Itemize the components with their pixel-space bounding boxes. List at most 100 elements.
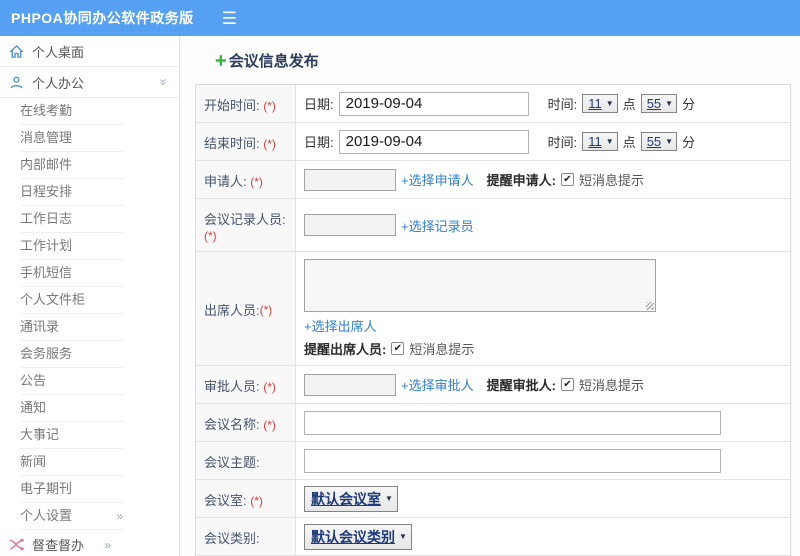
start-hour-select[interactable]: 11 ▼ xyxy=(582,94,618,113)
choose-applicant-link[interactable]: +选择申请人 xyxy=(401,170,474,189)
chevron-down-icon: » xyxy=(156,78,171,86)
choose-attendees-link[interactable]: +选择出席人 xyxy=(304,316,377,335)
hamburger-menu-icon[interactable]: ☰ xyxy=(222,10,237,27)
sidebar-item-personal-settings[interactable]: 个人设置 » xyxy=(20,503,123,530)
required-mark: (*) xyxy=(263,418,276,432)
field-label: 会议室: (*) xyxy=(196,480,296,517)
sms-hint-label: 短消息提示 xyxy=(409,342,475,357)
required-mark: (*) xyxy=(263,99,276,113)
sidebar-item-schedule[interactable]: 日程安排 xyxy=(20,179,123,206)
sms-hint-label: 短消息提示 xyxy=(578,378,644,393)
approver-input[interactable] xyxy=(304,373,396,396)
minute-unit: 分 xyxy=(682,97,696,112)
form-row-meeting-subject: 会议主题: xyxy=(196,442,790,480)
sidebar-item-mobile-sms[interactable]: 手机短信 xyxy=(20,260,123,287)
field-label: 会议记录人员: (*) xyxy=(196,199,296,251)
sidebar-item-personal-office[interactable]: 个人办公 » xyxy=(0,67,179,98)
field-label: 申请人: (*) xyxy=(196,161,296,198)
remind-attendees-checkbox[interactable]: ✔ xyxy=(391,342,405,355)
field-label: 会议类别: xyxy=(196,518,296,555)
field-label: 出席人员: (*) xyxy=(196,252,296,365)
sidebar-item-notices[interactable]: 通知 xyxy=(20,395,123,422)
time-caption: 时间: xyxy=(547,135,578,150)
chevron-right-icon: » xyxy=(104,537,111,552)
meeting-name-input[interactable] xyxy=(304,410,721,435)
dropdown-arrow-icon: ▼ xyxy=(605,137,614,146)
meeting-subject-input[interactable] xyxy=(304,448,721,473)
sidebar-item-label: 个人办公 xyxy=(32,75,85,91)
field-label: 开始时间: (*) xyxy=(196,85,296,122)
sidebar-item-announcements[interactable]: 公告 xyxy=(20,368,123,395)
form-row-recorder: 会议记录人员: (*) +选择记录员 xyxy=(196,199,790,252)
form-row-attendees: 出席人员: (*) +选择出席人 提醒出席人员: ✔ 短消息提示 xyxy=(196,252,790,366)
sidebar-item-contacts[interactable]: 通讯录 xyxy=(20,314,123,341)
sidebar-item-desktop[interactable]: 个人桌面 xyxy=(0,36,179,67)
sidebar-item-internal-mail[interactable]: 内部邮件 xyxy=(20,152,123,179)
add-icon: + xyxy=(215,49,227,72)
dropdown-arrow-icon: ▼ xyxy=(399,532,407,541)
sidebar-item-online-attendance[interactable]: 在线考勤 xyxy=(20,98,123,125)
choose-approver-link[interactable]: +选择审批人 xyxy=(401,375,474,394)
dropdown-arrow-icon: ▼ xyxy=(385,494,393,503)
meeting-category-select[interactable]: 默认会议类别 ▼ xyxy=(304,523,412,550)
form-row-end-time: 结束时间: (*) 日期: 时间: 11 ▼ 点 55 ▼ xyxy=(196,123,790,161)
page-title-text: 会议信息发布 xyxy=(228,53,319,70)
required-mark: (*) xyxy=(250,494,263,508)
app-title: PHPOA协同办公软件政务版 xyxy=(11,10,194,26)
end-minute-select[interactable]: 55 ▼ xyxy=(640,132,678,151)
required-mark: (*) xyxy=(263,137,276,151)
main-content: + 会议信息发布 开始时间: (*) 日期: 时间: 11 ▼ 点 xyxy=(180,36,800,556)
app-header: PHPOA协同办公软件政务版 ☰ xyxy=(0,0,800,36)
user-icon xyxy=(10,76,23,88)
hour-unit: 点 xyxy=(622,97,636,112)
required-mark: (*) xyxy=(204,229,217,243)
sidebar-item-label: 督查督办 xyxy=(32,538,85,553)
required-mark: (*) xyxy=(250,175,263,189)
sidebar-item-file-cabinet[interactable]: 个人文件柜 xyxy=(20,287,123,314)
sidebar-item-label: 个人设置 xyxy=(20,508,73,523)
sidebar-item-meeting-services[interactable]: 会务服务 xyxy=(20,341,123,368)
sidebar-item-message-management[interactable]: 消息管理 xyxy=(20,125,123,152)
choose-recorder-link[interactable]: +选择记录员 xyxy=(401,216,474,235)
meeting-room-select[interactable]: 默认会议室 ▼ xyxy=(304,485,398,512)
required-mark: (*) xyxy=(259,302,273,317)
sidebar-submenu: 在线考勤 消息管理 内部邮件 日程安排 工作日志 工作计划 手机短信 个人文件柜… xyxy=(0,98,179,530)
sidebar-item-news[interactable]: 新闻 xyxy=(20,449,123,476)
dropdown-arrow-icon: ▼ xyxy=(665,137,674,146)
chevron-right-icon: » xyxy=(116,509,123,523)
home-icon xyxy=(9,44,24,58)
start-date-input[interactable] xyxy=(338,91,529,116)
remind-attendees-label: 提醒出席人员: xyxy=(304,342,387,357)
applicant-input[interactable] xyxy=(304,168,396,191)
field-label: 审批人员: (*) xyxy=(196,366,296,403)
hour-unit: 点 xyxy=(622,135,636,150)
remind-applicant-checkbox[interactable]: ✔ xyxy=(560,173,574,186)
sms-hint-label: 短消息提示 xyxy=(578,173,644,188)
field-label: 结束时间: (*) xyxy=(196,123,296,160)
form-row-meeting-name: 会议名称: (*) xyxy=(196,404,790,442)
date-caption: 日期: xyxy=(304,135,334,150)
page-title: + 会议信息发布 xyxy=(215,50,800,71)
end-date-input[interactable] xyxy=(338,129,529,154)
form-row-start-time: 开始时间: (*) 日期: 时间: 11 ▼ 点 55 ▼ xyxy=(196,85,790,123)
time-caption: 时间: xyxy=(547,97,578,112)
sidebar-item-label: 个人桌面 xyxy=(32,44,85,60)
end-hour-select[interactable]: 11 ▼ xyxy=(582,132,618,151)
recorder-input[interactable] xyxy=(304,214,396,236)
remind-approver-label: 提醒审批人: xyxy=(486,378,556,393)
field-label: 会议名称: (*) xyxy=(196,404,296,441)
sidebar-item-e-journal[interactable]: 电子期刊 xyxy=(20,476,123,503)
sidebar: 个人桌面 个人办公 » 在线考勤 消息管理 内部邮件 日程安排 工作日志 工作计… xyxy=(0,36,180,556)
remind-approver-checkbox[interactable]: ✔ xyxy=(560,378,574,391)
start-minute-select[interactable]: 55 ▼ xyxy=(640,94,678,113)
attendees-textarea[interactable] xyxy=(304,259,656,312)
form-row-applicant: 申请人: (*) +选择申请人 提醒申请人: ✔ 短消息提示 xyxy=(196,161,790,199)
shuffle-icon xyxy=(9,538,24,551)
sidebar-item-work-plan[interactable]: 工作计划 xyxy=(20,233,123,260)
sidebar-item-work-log[interactable]: 工作日志 xyxy=(20,206,123,233)
meeting-form: 开始时间: (*) 日期: 时间: 11 ▼ 点 55 ▼ xyxy=(195,84,791,556)
sidebar-item-memorabilia[interactable]: 大事记 xyxy=(20,422,123,449)
minute-unit: 分 xyxy=(682,135,696,150)
required-mark: (*) xyxy=(263,380,276,394)
sidebar-item-supervision[interactable]: 督查督办 » xyxy=(0,530,179,556)
